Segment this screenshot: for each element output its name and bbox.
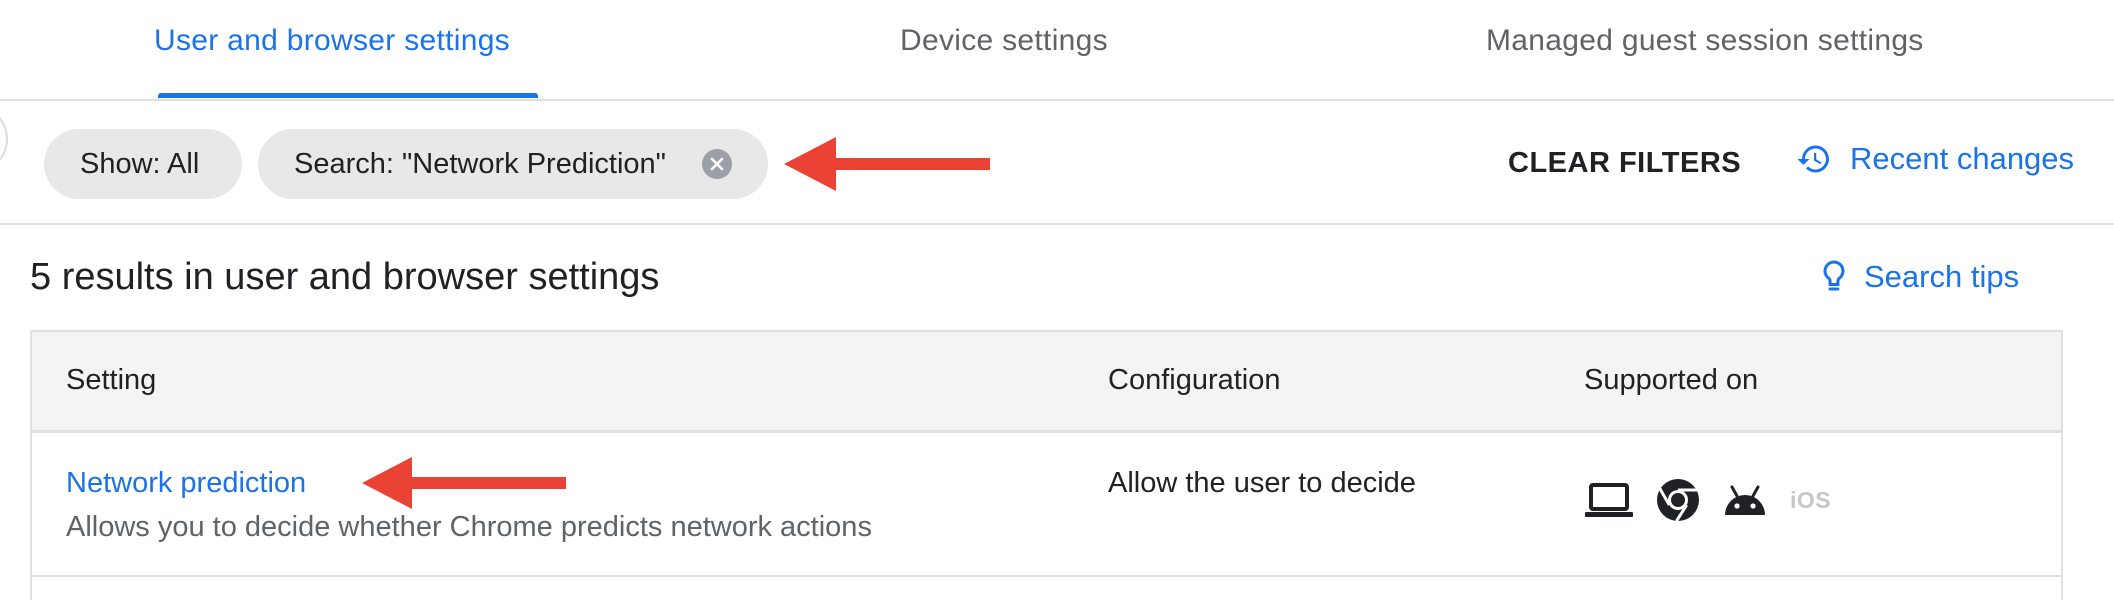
settings-table: Setting Configuration Supported on Netwo… [30,330,2063,600]
recent-changes-label: Recent changes [1850,141,2075,176]
tab-user-and-browser-settings[interactable]: User and browser settings [154,24,510,58]
lightbulb-icon [1823,260,1845,291]
setting-description: Allows you to decide whether Chrome pred… [66,511,872,543]
supported-platforms: iOS [1584,478,1853,522]
column-header-configuration: Configuration [1108,364,1281,396]
column-header-setting: Setting [66,364,157,396]
android-icon [1722,483,1768,517]
setting-configuration-value: Allow the user to decide [1108,467,1416,499]
ios-icon: iOS [1790,486,1832,513]
results-count-heading: 5 results in user and browser settings [30,256,660,298]
tab-device-settings[interactable]: Device settings [900,24,1108,58]
column-header-supported-on: Supported on [1584,364,1759,396]
active-tab-indicator [158,93,538,98]
annotation-arrow-icon [784,137,990,191]
side-panel-toggle[interactable] [0,105,8,173]
clear-filters-button[interactable]: CLEAR FILTERS [1508,147,1741,180]
setting-name-link[interactable]: Network prediction [66,467,306,500]
search-tips-label: Search tips [1864,259,2020,294]
search-tips-button[interactable]: Search tips [1822,259,2019,295]
filter-bar: Show: All Search: "Network Prediction" C… [0,101,2114,225]
laptop-icon [1584,482,1634,518]
annotation-arrow-icon [362,457,566,509]
history-icon [1797,145,1829,173]
settings-tabs: User and browser settings Device setting… [0,0,2114,101]
close-circle-icon[interactable] [702,149,732,179]
filter-chip-show[interactable]: Show: All [44,129,242,199]
tab-managed-guest-session-settings[interactable]: Managed guest session settings [1486,24,1924,58]
filter-chip-show-label: Show: All [80,147,200,180]
table-row[interactable]: Network prediction Allows you to decide … [32,433,2061,577]
table-header: Setting Configuration Supported on [32,332,2061,433]
chrome-icon [1656,478,1700,522]
filter-chip-search[interactable]: Search: "Network Prediction" [258,129,768,199]
filter-chip-search-label: Search: "Network Prediction" [294,147,666,180]
recent-changes-button[interactable]: Recent changes [1796,141,2074,177]
